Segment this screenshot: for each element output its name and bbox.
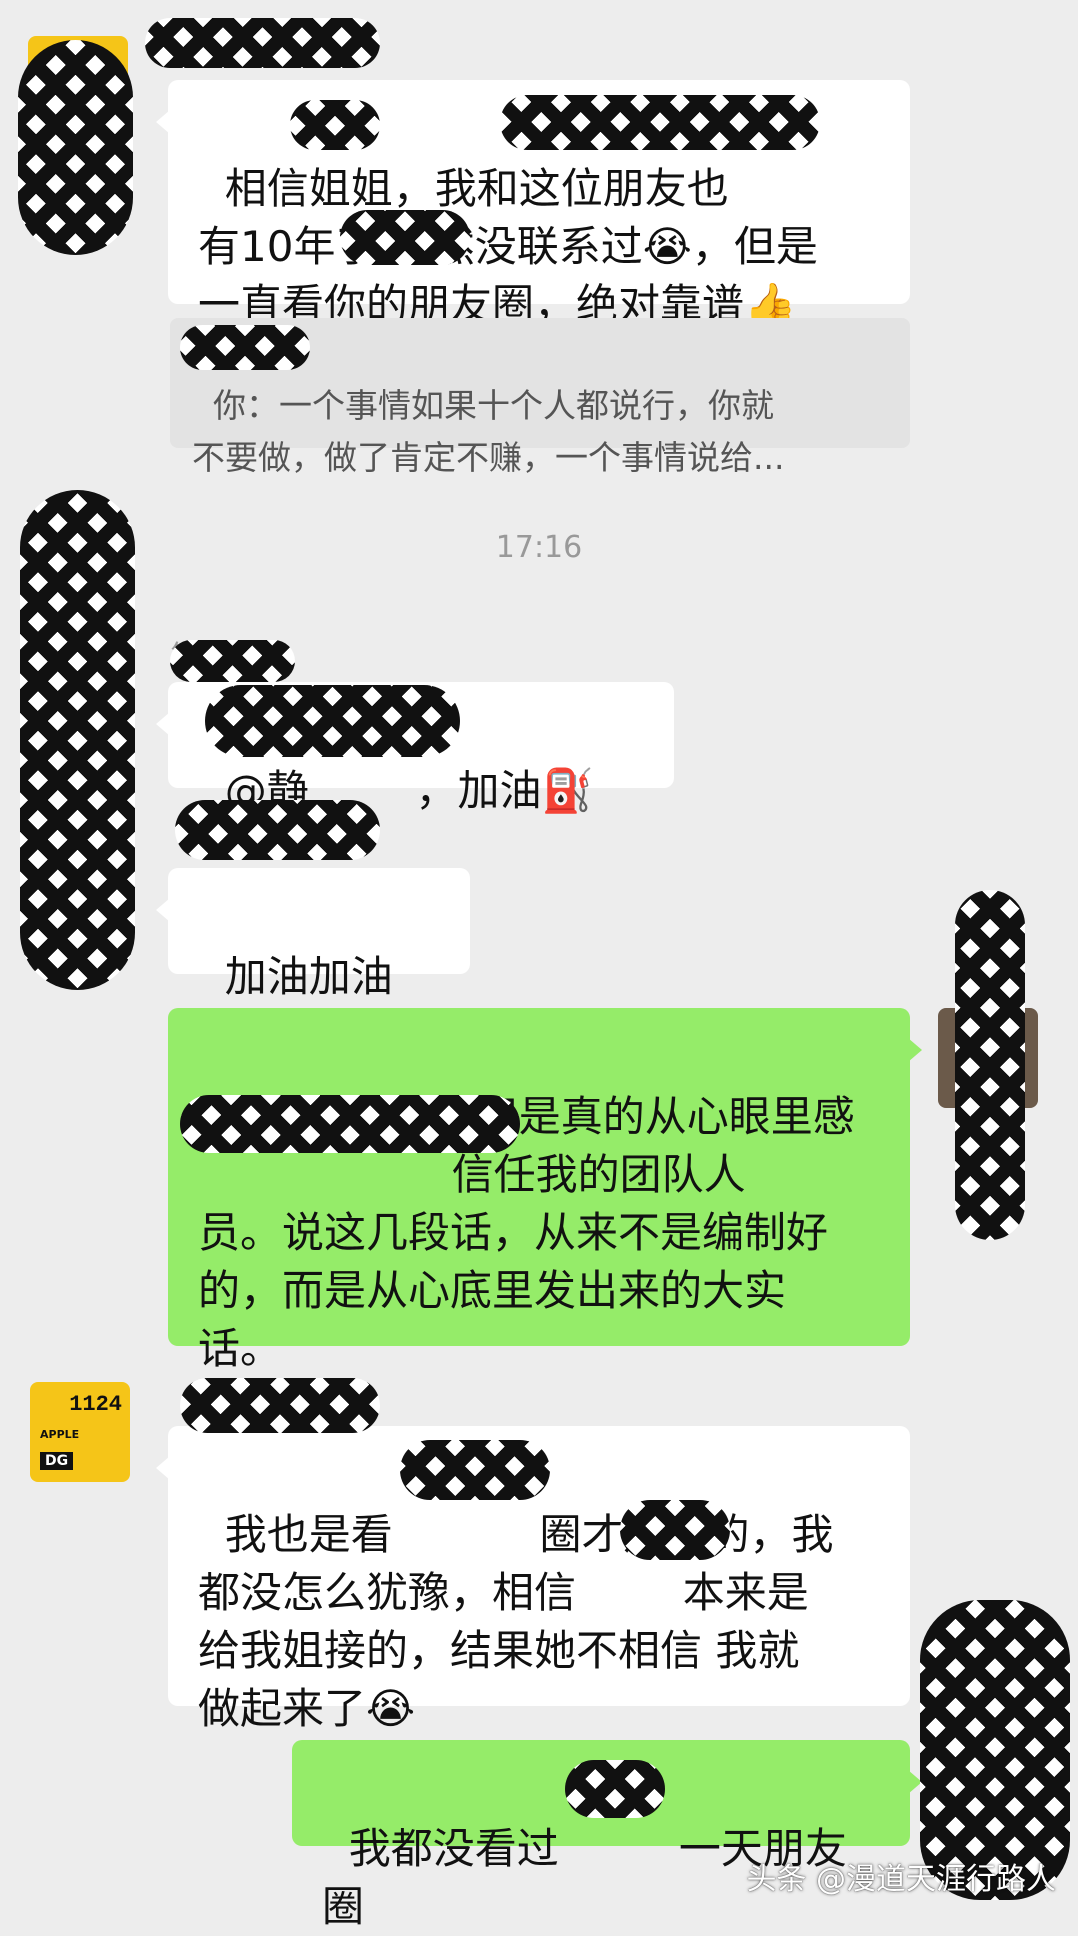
timestamp: 17:16 [495, 530, 583, 565]
avatar[interactable]: 1124 APPLE DG [30, 1382, 130, 1482]
redaction-mark [180, 1378, 380, 1433]
redaction-mark [18, 40, 133, 255]
redaction-mark [500, 95, 820, 150]
message-text: 相信姐姐，我和这位朋友也 有10年了 虽然没联系过😭，但是 一直看你的朋友圈，绝… [198, 164, 818, 329]
redaction-mark [340, 210, 470, 265]
redaction-mark [170, 640, 295, 682]
redaction-mark [20, 490, 135, 990]
redaction-mark [205, 685, 460, 757]
redaction-mark [180, 325, 310, 370]
message-text: 我也是看 圈才加入的，我 都没怎么犹豫，相信 本来是 给我姐接的，结果她不相信 … [198, 1510, 834, 1733]
redaction-mark [620, 1500, 730, 1560]
message-bubble[interactable]: 我不太会说，但是真的从心眼里感 信任我的团队人 员。说这几段话，从来不是编制好 … [168, 1008, 922, 1373]
watermark: 头条 @漫道天涯行路人 [746, 1862, 1056, 1897]
quoted-text: 你：一个事情如果十个人都说行，你就 不要做，做了肯定不赚，一个事情说给... [192, 386, 785, 477]
redaction-mark [955, 890, 1025, 1240]
redaction-mark [145, 18, 380, 68]
avatar-badge-brand: APPLE [40, 1428, 80, 1441]
redaction-mark [290, 100, 380, 150]
redaction-mark [400, 1440, 550, 1500]
redaction-mark [565, 1760, 665, 1818]
redaction-mark [175, 800, 380, 860]
redaction-mark [180, 1095, 520, 1153]
avatar-badge-number: 1124 [69, 1392, 122, 1417]
message-bubble[interactable]: 加油加油😤 [156, 868, 470, 1059]
avatar-badge-logo: DG [40, 1452, 74, 1470]
